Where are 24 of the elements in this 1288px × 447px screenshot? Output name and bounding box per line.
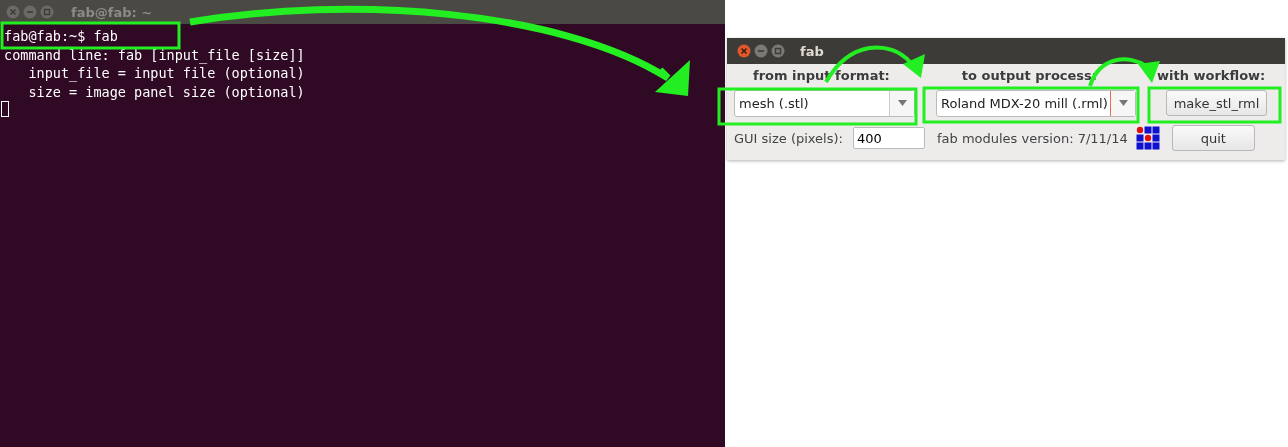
terminal-line: fab@fab:~$ fab xyxy=(3,27,118,46)
close-icon[interactable] xyxy=(6,5,20,19)
caret-icon xyxy=(1118,100,1128,106)
minimize-icon[interactable] xyxy=(23,5,37,19)
terminal-line: size = image panel size (optional) xyxy=(27,82,305,101)
gui-size-label: GUI size (pixels): xyxy=(734,130,843,146)
window-title: fab@fab: ~ xyxy=(71,4,153,20)
terminal-line: command line: fab [input_file [size]] xyxy=(3,45,305,64)
gui-size-field[interactable]: 400 xyxy=(852,127,925,149)
column-label: from input format: xyxy=(753,67,890,83)
version-text: fab modules version: 7/11/14 xyxy=(936,130,1128,146)
workflow-button[interactable]: make_stl_rml xyxy=(1166,90,1267,116)
quit-button[interactable]: quit xyxy=(1171,125,1255,151)
window-title: fab xyxy=(800,43,824,59)
output-process-dropdown[interactable]: Roland MDX-20 mill (.rml) xyxy=(936,89,1136,117)
maximize-icon[interactable] xyxy=(771,44,785,58)
grid-logo-icon xyxy=(1135,126,1160,150)
column-label: with workflow: xyxy=(1157,67,1266,83)
caret-icon xyxy=(897,100,907,106)
maximize-icon[interactable] xyxy=(40,5,54,19)
close-icon[interactable] xyxy=(737,44,751,58)
minimize-icon[interactable] xyxy=(754,44,768,58)
terminal-line: input_file = input file (optional) xyxy=(27,64,305,83)
input-format-dropdown[interactable]: mesh (.stl) xyxy=(734,89,915,117)
